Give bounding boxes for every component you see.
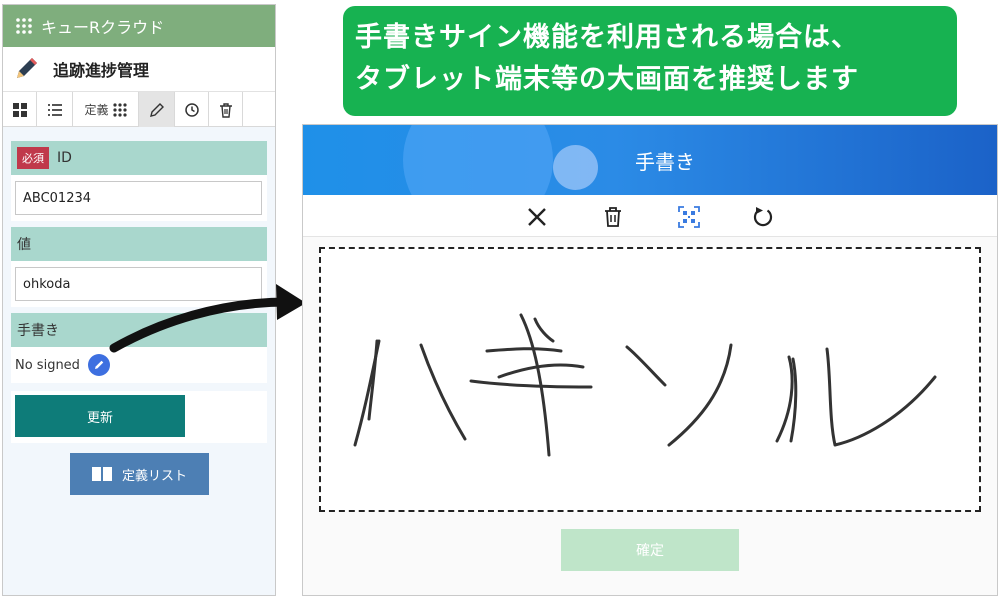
tile-grid-icon <box>12 102 27 117</box>
history-icon <box>184 102 199 117</box>
callout-line-2: タブレット端末等の大画面を推奨します <box>355 64 859 95</box>
value-label: 値 <box>17 237 31 253</box>
list-icon <box>47 103 62 116</box>
signature-status: No signed <box>15 357 80 373</box>
dialog-header: 手書き <box>303 125 997 195</box>
definition-menu-button[interactable]: 定義 <box>73 92 139 127</box>
callout-line-1: 手書きサイン機能を利用される場合は、 <box>355 22 859 53</box>
app-name: キューRクラウド <box>41 18 165 37</box>
edit-pencil-icon <box>149 102 164 117</box>
handwriting-dialog: 手書き 確定 <box>302 124 998 596</box>
id-input[interactable]: ABC01234 <box>15 181 262 215</box>
history-button[interactable] <box>175 92 209 127</box>
pencil-icon <box>17 58 37 78</box>
dialog-title: 手書き <box>635 149 695 174</box>
tile-view-button[interactable] <box>3 92 37 127</box>
value-field-label: 値 <box>11 227 267 261</box>
rotate-icon <box>753 207 773 227</box>
close-button[interactable] <box>523 203 551 231</box>
id-label: ID <box>57 150 72 166</box>
dots-grid-icon <box>112 102 127 117</box>
trash-icon <box>219 102 232 118</box>
update-section: 更新 <box>11 391 267 443</box>
trash-icon <box>605 207 621 227</box>
signature-label: 手書き <box>17 323 59 339</box>
header-decoration <box>403 125 553 195</box>
definition-list-button[interactable]: 定義リスト <box>70 453 209 495</box>
definition-list-label: 定義リスト <box>121 468 187 484</box>
screenshot-root: キューRクラウド 追跡進捗管理 定義 必須 ID ABC01234 値 ohko… <box>0 0 1000 600</box>
id-field-label: 必須 ID <box>11 141 267 175</box>
page-title: 追跡進捗管理 <box>53 61 150 80</box>
close-icon <box>528 208 546 226</box>
qr-scan-icon <box>678 206 700 228</box>
dialog-toolbar <box>303 195 997 237</box>
definition-label: 定義 <box>84 103 109 117</box>
header-decoration-dot <box>553 145 598 190</box>
page-title-row: 追跡進捗管理 <box>3 47 275 92</box>
id-field-box: ABC01234 <box>11 175 267 221</box>
app-header: キューRクラウド <box>3 5 275 47</box>
clear-button[interactable] <box>599 203 627 231</box>
view-toolbar: 定義 <box>3 92 275 127</box>
confirm-button[interactable]: 確定 <box>561 529 739 571</box>
rotate-button[interactable] <box>749 203 777 231</box>
delete-button[interactable] <box>209 92 243 127</box>
required-badge: 必須 <box>17 147 49 169</box>
curved-arrow <box>109 284 306 353</box>
book-icon <box>91 467 112 481</box>
recommendation-callout: 手書きサイン機能を利用される場合は、 タブレット端末等の大画面を推奨します <box>343 6 957 116</box>
scan-button[interactable] <box>675 203 703 231</box>
apps-grid-icon[interactable] <box>15 17 33 35</box>
update-button[interactable]: 更新 <box>15 395 185 437</box>
signature-canvas[interactable] <box>319 247 981 512</box>
list-view-button[interactable] <box>37 92 73 127</box>
handwritten-signature <box>353 313 937 457</box>
edit-button[interactable] <box>139 92 175 127</box>
